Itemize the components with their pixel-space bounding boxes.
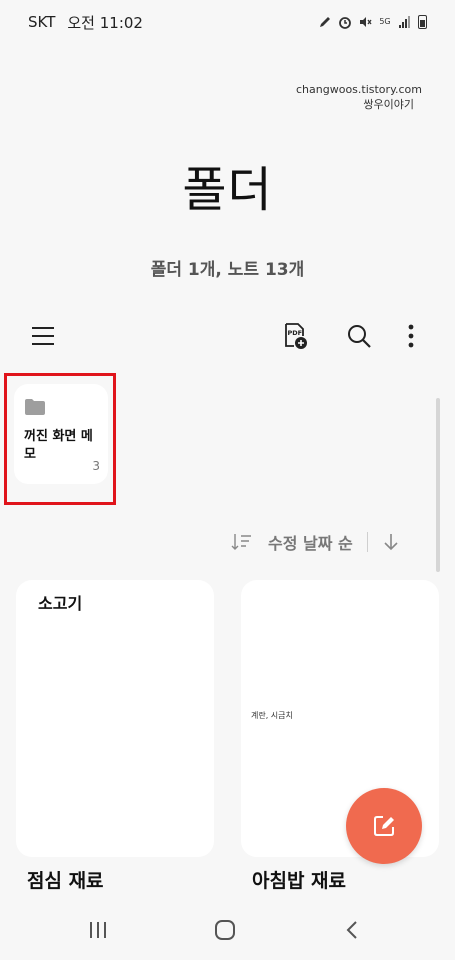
highlight-box (4, 373, 116, 505)
watermark-blog-name: 쌍우이야기 (363, 98, 414, 111)
home-icon (215, 920, 235, 940)
hamburger-menu-icon (32, 327, 54, 345)
pdf-add-button[interactable]: PDF (277, 318, 313, 354)
scrollbar[interactable] (436, 398, 440, 572)
search-button[interactable] (341, 318, 377, 354)
back-button[interactable] (332, 915, 372, 945)
menu-button[interactable] (25, 318, 61, 354)
watermark: changwoos.tistory.com 쌍우이야기 (296, 82, 422, 112)
note-preview-text: 소고기 (38, 594, 83, 613)
search-icon (348, 325, 371, 348)
note-card[interactable]: 소고기 (16, 580, 214, 857)
mute-icon (358, 15, 372, 29)
sort-filter-icon[interactable] (230, 532, 252, 552)
status-left: SKT 오전 11:02 (28, 12, 143, 33)
arrow-down-icon[interactable] (382, 532, 400, 552)
note-preview-text: 계란, 시금치 (251, 711, 293, 720)
alarm-icon (338, 15, 352, 29)
more-options-button[interactable] (393, 318, 429, 354)
clock: 오전 11:02 (67, 13, 143, 32)
watermark-url: changwoos.tistory.com (296, 83, 422, 96)
status-bar: SKT 오전 11:02 5G (0, 0, 455, 44)
sort-divider (366, 532, 368, 552)
sort-row: 수정 날짜 순 (230, 528, 400, 556)
compose-note-button[interactable] (346, 788, 422, 864)
navigation-bar (0, 905, 455, 960)
compose-note-icon (374, 816, 394, 836)
note-title[interactable]: 아침밥 재료 (252, 866, 346, 893)
home-button[interactable] (205, 915, 245, 945)
5g-signal-icon: 5G (379, 17, 391, 26)
page-subtitle: 폴더 1개, 노트 13개 (150, 260, 305, 280)
battery-icon (418, 15, 427, 29)
sort-order-label[interactable]: 수정 날짜 순 (268, 530, 353, 554)
pen-icon (318, 15, 332, 29)
status-icons: 5G (318, 15, 427, 29)
pdf-add-icon: PDF (285, 323, 307, 349)
page-title: 폴더 (182, 162, 273, 218)
back-icon (346, 921, 357, 939)
recents-icon (90, 922, 106, 938)
carrier-label: SKT (28, 13, 56, 31)
signal-bars-icon (398, 15, 412, 29)
pdf-label: PDF (288, 329, 303, 337)
recents-button[interactable] (78, 915, 118, 945)
note-title[interactable]: 점심 재료 (27, 866, 104, 893)
more-vertical-icon (408, 324, 414, 348)
